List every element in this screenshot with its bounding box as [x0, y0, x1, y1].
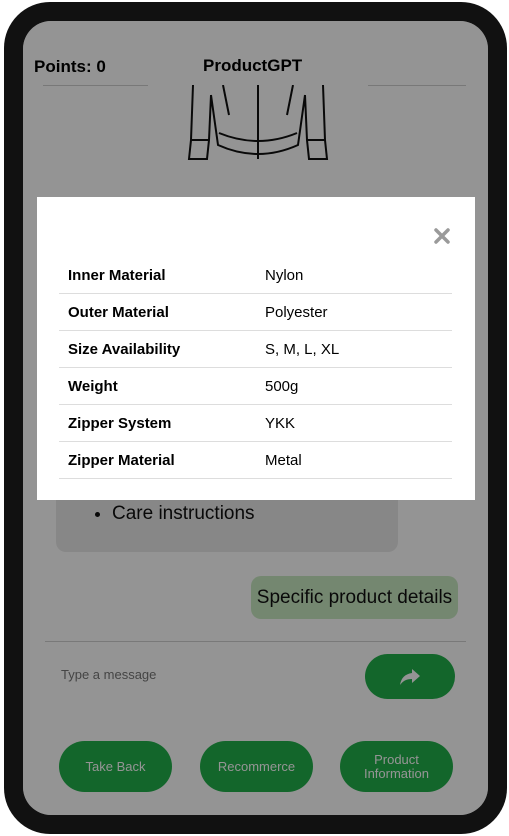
table-row: Weight 500g [59, 367, 452, 405]
table-row: Zipper System YKK [59, 404, 452, 442]
spec-label: Outer Material [59, 293, 256, 331]
spec-label: Zipper Material [59, 441, 256, 479]
spec-label: Zipper System [59, 404, 256, 442]
spec-label: Inner Material [59, 257, 256, 294]
spec-value: S, M, L, XL [256, 330, 452, 368]
table-row: Inner Material Nylon [59, 257, 452, 294]
spec-value: YKK [256, 404, 452, 442]
close-button[interactable] [431, 225, 453, 247]
spec-label: Weight [59, 367, 256, 405]
spec-value: Polyester [256, 293, 452, 331]
spec-value: 500g [256, 367, 452, 405]
spec-value: Nylon [256, 257, 452, 294]
table-row: Outer Material Polyester [59, 293, 452, 331]
product-details-modal: Inner Material Nylon Outer Material Poly… [37, 197, 475, 500]
spec-label: Size Availability [59, 330, 256, 368]
table-row: Zipper Material Metal [59, 441, 452, 479]
specs-table: Inner Material Nylon Outer Material Poly… [59, 257, 452, 479]
close-icon [434, 228, 450, 244]
table-row: Size Availability S, M, L, XL [59, 330, 452, 368]
spec-value: Metal [256, 441, 452, 479]
